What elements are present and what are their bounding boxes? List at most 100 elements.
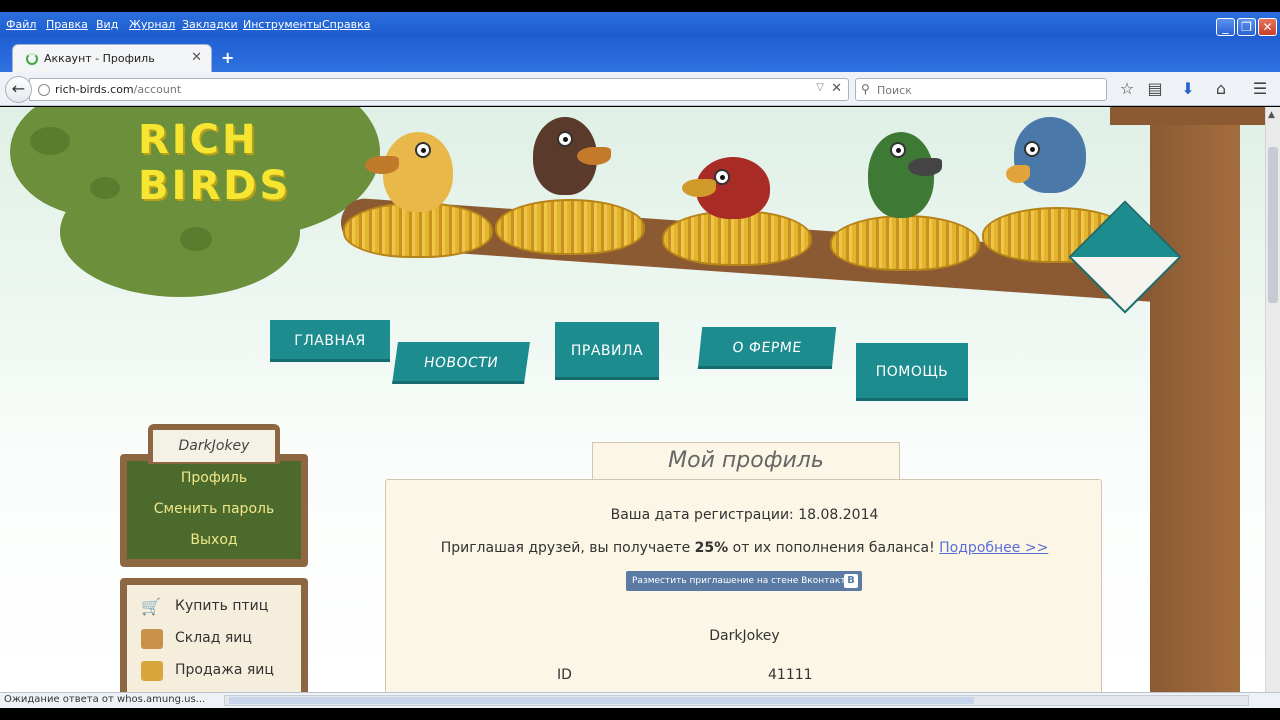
search-placeholder: Поиск	[877, 84, 912, 97]
url-text: rich-birds.com/account	[55, 83, 181, 96]
scrollbar-thumb[interactable]	[1268, 147, 1278, 303]
bird-eye	[415, 142, 431, 158]
scroll-up-icon[interactable]: ▲	[1268, 110, 1275, 120]
status-bar: Ожидание ответа от whos.amung.us...	[0, 692, 1280, 708]
tree-top-board	[1110, 107, 1265, 125]
horizontal-scrollbar[interactable]	[224, 695, 1249, 706]
menu-profile-link[interactable]: Профиль	[127, 470, 301, 486]
coins-icon	[141, 661, 163, 681]
nest	[830, 215, 980, 271]
tab-strip: Аккаунт - Профиль ✕ +	[0, 36, 1280, 72]
url-dropdown-icon[interactable]: ▽	[816, 82, 824, 93]
status-text: Ожидание ответа от whos.amung.us...	[4, 694, 206, 705]
screen: Файл Правка Вид Журнал Закладки Инструме…	[0, 0, 1280, 720]
profile-username: DarkJokey	[709, 628, 780, 644]
user-menu-box: Профиль Сменить пароль Выход DarkJokey	[120, 424, 308, 567]
menu-help[interactable]: Справка	[322, 18, 370, 31]
shop-menu-box: 🛒 Купить птиц Склад яиц Продажа яиц	[120, 578, 308, 692]
profile-title: Мой профиль	[592, 442, 900, 480]
minimize-button[interactable]: _	[1216, 18, 1235, 36]
menu-history[interactable]: Журнал	[129, 18, 175, 31]
referral-percent: 25%	[694, 540, 729, 556]
nav-help[interactable]: ПОМОЩЬ	[856, 343, 968, 401]
url-path: /account	[133, 83, 182, 96]
brown-bird	[533, 117, 611, 195]
url-bar[interactable]: rich-birds.com/account ▽ ✕	[29, 78, 849, 101]
green-bird	[868, 132, 942, 218]
bird-beak	[577, 147, 611, 165]
home-icon[interactable]: ⌂	[1211, 79, 1231, 98]
bird-eye	[1024, 141, 1040, 157]
menu-logout-link[interactable]: Выход	[127, 532, 301, 548]
vk-invite-label: Разместить приглашение на стене Вконтакт…	[632, 576, 852, 586]
bookmarks-list-icon[interactable]: ▤	[1145, 79, 1165, 98]
search-bar[interactable]: ⚲ Поиск	[855, 78, 1107, 101]
foliage-spot	[30, 127, 70, 155]
stop-icon[interactable]: ✕	[831, 81, 842, 96]
close-tab-icon[interactable]: ✕	[191, 50, 202, 65]
hscroll-thumb[interactable]	[229, 697, 974, 704]
foliage-spot	[180, 227, 212, 251]
shop-item-label: Склад яиц	[175, 630, 252, 646]
tree-trunk	[1150, 107, 1240, 692]
bird-beak	[365, 156, 399, 174]
user-menu-inner: Профиль Сменить пароль Выход	[127, 461, 301, 559]
maximize-button[interactable]: ❐	[1237, 18, 1256, 36]
id-value: 41111	[768, 667, 813, 683]
menu-icon[interactable]: ☰	[1250, 79, 1270, 98]
close-window-button[interactable]: ✕	[1258, 18, 1277, 36]
username-tab: DarkJokey	[148, 424, 280, 464]
referral-more-link[interactable]: Подробнее >>	[939, 540, 1048, 556]
new-tab-button[interactable]: +	[221, 48, 234, 67]
menu-bookmarks[interactable]: Закладки	[182, 18, 238, 31]
referral-text-post: от их пополнения баланса!	[732, 540, 935, 556]
registration-date-text: Ваша дата регистрации: 18.08.2014	[610, 507, 879, 523]
referral-text: Приглашая друзей, вы получаете 25% от их…	[386, 540, 1103, 556]
logo-line-1: RICH	[138, 117, 259, 163]
shop-item-label: Продажа яиц	[175, 662, 274, 678]
id-label: ID	[557, 667, 572, 683]
menu-change-password-link[interactable]: Сменить пароль	[127, 501, 301, 517]
user-menu-panel: Профиль Сменить пароль Выход	[120, 454, 308, 567]
shop-menu-inner: 🛒 Купить птиц Склад яиц Продажа яиц	[127, 585, 301, 692]
tab-account-profile[interactable]: Аккаунт - Профиль ✕	[12, 44, 212, 72]
downloads-icon[interactable]: ⬇	[1178, 79, 1198, 98]
bird-beak	[682, 179, 716, 197]
menu-file[interactable]: Файл	[6, 18, 36, 31]
cart-icon: 🛒	[141, 597, 161, 616]
loading-spinner-icon	[26, 53, 38, 65]
globe-icon	[38, 84, 50, 96]
red-bird	[682, 157, 770, 219]
bird-eye	[557, 131, 573, 147]
site-logo[interactable]: RICH BIRDS	[138, 117, 291, 209]
menu-edit[interactable]: Правка	[46, 18, 88, 31]
menu-bar: Файл Правка Вид Журнал Закладки Инструме…	[0, 12, 1280, 36]
blue-bird	[1006, 117, 1086, 193]
page-content: RICH BIRDS ГЛАВНАЯ НОВОСТИ ПРАВИЛА О ФЕР…	[0, 107, 1265, 692]
menu-view[interactable]: Вид	[96, 18, 118, 31]
navigation-bar: rich-birds.com/account ▽ ✕ ← ⚲ Поиск ☆ ▤…	[0, 72, 1280, 106]
menu-tools[interactable]: Инструменты	[243, 18, 322, 31]
nav-news[interactable]: НОВОСТИ	[392, 342, 530, 384]
vk-invite-button[interactable]: Разместить приглашение на стене Вконтакт…	[626, 571, 862, 591]
bird-beak	[908, 158, 942, 176]
bird-beak	[1006, 165, 1030, 183]
nav-rules[interactable]: ПРАВИЛА	[555, 322, 659, 380]
referral-text-pre: Приглашая друзей, вы получаете	[440, 540, 691, 556]
nav-about-farm[interactable]: О ФЕРМЕ	[697, 327, 837, 369]
vk-badge-icon: B	[844, 574, 858, 588]
yellow-bird	[365, 132, 453, 212]
nav-home[interactable]: ГЛАВНАЯ	[270, 320, 390, 362]
foliage-spot	[90, 177, 120, 199]
bird-eye	[714, 169, 730, 185]
nest	[495, 199, 645, 255]
vertical-scrollbar[interactable]: ▲	[1265, 107, 1280, 692]
bookmark-star-icon[interactable]: ☆	[1117, 79, 1137, 98]
shop-item-label: Купить птиц	[175, 598, 269, 614]
bottom-strip	[0, 708, 1280, 720]
box-icon	[141, 629, 163, 649]
back-button[interactable]: ←	[5, 76, 32, 103]
tab-title: Аккаунт - Профиль	[44, 52, 155, 65]
username-label: DarkJokey	[153, 430, 275, 462]
logo-line-2: BIRDS	[138, 163, 292, 209]
